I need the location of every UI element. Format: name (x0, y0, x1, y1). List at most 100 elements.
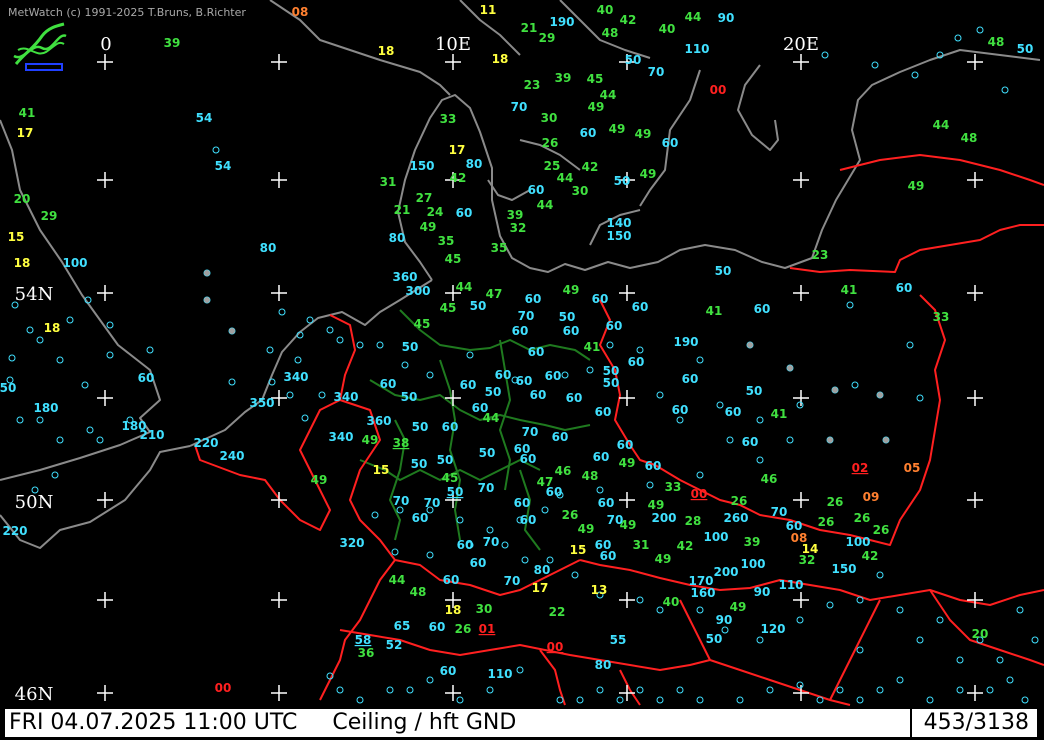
ceiling-observation[interactable]: 90 (754, 585, 771, 599)
ceiling-observation[interactable]: 49 (635, 127, 652, 141)
ceiling-observation[interactable]: 60 (593, 450, 610, 464)
ceiling-observation[interactable]: 42 (862, 549, 879, 563)
ceiling-observation[interactable]: 60 (725, 405, 742, 419)
ceiling-observation[interactable]: 44 (456, 280, 473, 294)
ceiling-observation[interactable]: 54 (196, 111, 213, 125)
ceiling-observation[interactable]: 80 (466, 157, 483, 171)
ceiling-observation[interactable]: 200 (713, 565, 738, 579)
ceiling-observation[interactable]: 100 (62, 256, 87, 270)
ceiling-observation[interactable]: 110 (684, 42, 709, 56)
ceiling-observation[interactable]: 49 (362, 433, 379, 447)
ceiling-observation[interactable]: 18 (445, 603, 462, 617)
ceiling-observation[interactable]: 50 (603, 376, 620, 390)
ceiling-observation[interactable]: 60 (606, 319, 623, 333)
ceiling-observation[interactable]: 60 (442, 420, 459, 434)
ceiling-observation[interactable]: 60 (440, 664, 457, 678)
ceiling-observation[interactable]: 49 (620, 518, 637, 532)
ceiling-observation[interactable]: 41 (841, 283, 858, 297)
ceiling-observation[interactable]: 44 (685, 10, 702, 24)
ceiling-observation[interactable]: 26 (562, 508, 579, 522)
ceiling-observation[interactable]: 15 (373, 463, 390, 477)
ceiling-observation[interactable]: 18 (492, 52, 509, 66)
ceiling-observation[interactable]: 44 (933, 118, 950, 132)
ceiling-observation[interactable]: 60 (412, 511, 429, 525)
ceiling-observation[interactable]: 90 (716, 613, 733, 627)
ceiling-observation[interactable]: 26 (873, 523, 890, 537)
ceiling-observation[interactable]: 41 (19, 106, 36, 120)
ceiling-observation[interactable]: 60 (495, 368, 512, 382)
ceiling-observation[interactable]: 39 (555, 71, 572, 85)
ceiling-observation[interactable]: 26 (455, 622, 472, 636)
ceiling-observation[interactable]: 60 (380, 377, 397, 391)
ceiling-observation[interactable]: 60 (520, 452, 537, 466)
ceiling-observation[interactable]: 65 (394, 619, 411, 633)
ceiling-observation[interactable]: 200 (651, 511, 676, 525)
ceiling-observation[interactable]: 210 (139, 428, 164, 442)
ceiling-observation[interactable]: 50 (479, 446, 496, 460)
ceiling-observation[interactable]: 60 (600, 549, 617, 563)
ceiling-observation[interactable]: 39 (507, 208, 524, 222)
ceiling-observation[interactable]: 60 (672, 403, 689, 417)
ceiling-observation[interactable]: 48 (410, 585, 427, 599)
ceiling-observation[interactable]: 00 (215, 681, 232, 695)
ceiling-observation[interactable]: 49 (311, 473, 328, 487)
ceiling-observation[interactable]: 80 (260, 241, 277, 255)
ceiling-observation[interactable]: 80 (389, 231, 406, 245)
ceiling-observation[interactable]: 50 (0, 381, 16, 395)
ceiling-observation[interactable]: 70 (483, 535, 500, 549)
ceiling-observation[interactable]: 60 (429, 620, 446, 634)
ceiling-observation[interactable]: 22 (549, 605, 566, 619)
ceiling-observation[interactable]: 70 (518, 309, 535, 323)
ceiling-observation[interactable]: 48 (582, 469, 599, 483)
ceiling-observation[interactable]: 60 (525, 292, 542, 306)
ceiling-observation[interactable]: 26 (827, 495, 844, 509)
ceiling-observation[interactable]: 260 (723, 511, 748, 525)
ceiling-observation[interactable]: 60 (754, 302, 771, 316)
ceiling-observation[interactable]: 40 (663, 595, 680, 609)
ceiling-observation[interactable]: 50 (485, 385, 502, 399)
ceiling-observation[interactable]: 20 (14, 192, 31, 206)
ceiling-observation[interactable]: 70 (511, 100, 528, 114)
ceiling-observation[interactable]: 240 (219, 449, 244, 463)
ceiling-observation[interactable]: 26 (542, 136, 559, 150)
ceiling-observation[interactable]: 49 (908, 179, 925, 193)
ceiling-observation[interactable]: 60 (138, 371, 155, 385)
ceiling-observation[interactable]: 39 (744, 535, 761, 549)
ceiling-observation[interactable]: 60 (528, 183, 545, 197)
ceiling-observation[interactable]: 60 (460, 378, 477, 392)
ceiling-observation[interactable]: 35 (491, 241, 508, 255)
ceiling-observation[interactable]: 70 (393, 494, 410, 508)
ceiling-observation[interactable]: 44 (389, 573, 406, 587)
ceiling-observation[interactable]: 50 (447, 485, 464, 499)
ceiling-observation[interactable]: 340 (283, 370, 308, 384)
ceiling-observation[interactable]: 21 (394, 203, 411, 217)
ceiling-observation[interactable]: 360 (366, 414, 391, 428)
ceiling-observation[interactable]: 340 (328, 430, 353, 444)
ceiling-observation[interactable]: 49 (640, 167, 657, 181)
ceiling-observation[interactable]: 20 (972, 627, 989, 641)
ceiling-observation[interactable]: 15 (8, 230, 25, 244)
ceiling-observation[interactable]: 180 (33, 401, 58, 415)
ceiling-observation[interactable]: 33 (933, 310, 950, 324)
ceiling-observation[interactable]: 46 (555, 464, 572, 478)
ceiling-observation[interactable]: 00 (547, 640, 564, 654)
ceiling-observation[interactable]: 160 (690, 586, 715, 600)
ceiling-observation[interactable]: 48 (602, 26, 619, 40)
ceiling-observation[interactable]: 50 (437, 453, 454, 467)
ceiling-observation[interactable]: 41 (706, 304, 723, 318)
ceiling-observation[interactable]: 49 (563, 283, 580, 297)
ceiling-observation[interactable]: 50 (402, 340, 419, 354)
ceiling-observation[interactable]: 40 (659, 22, 676, 36)
ceiling-observation[interactable]: 23 (524, 78, 541, 92)
ceiling-observation[interactable]: 35 (438, 234, 455, 248)
ceiling-observation[interactable]: 17 (532, 581, 549, 595)
ceiling-observation[interactable]: 150 (606, 229, 631, 243)
ceiling-observation[interactable]: 29 (539, 31, 556, 45)
ceiling-observation[interactable]: 60 (628, 355, 645, 369)
ceiling-observation[interactable]: 30 (572, 184, 589, 198)
ceiling-observation[interactable]: 60 (617, 438, 634, 452)
ceiling-observation[interactable]: 60 (563, 324, 580, 338)
ceiling-observation[interactable]: 33 (665, 480, 682, 494)
map-canvas[interactable]: 08 113921 19029404248 4044 90110 48 501818 5070… (0, 0, 1044, 740)
ceiling-observation[interactable]: 49 (420, 220, 437, 234)
